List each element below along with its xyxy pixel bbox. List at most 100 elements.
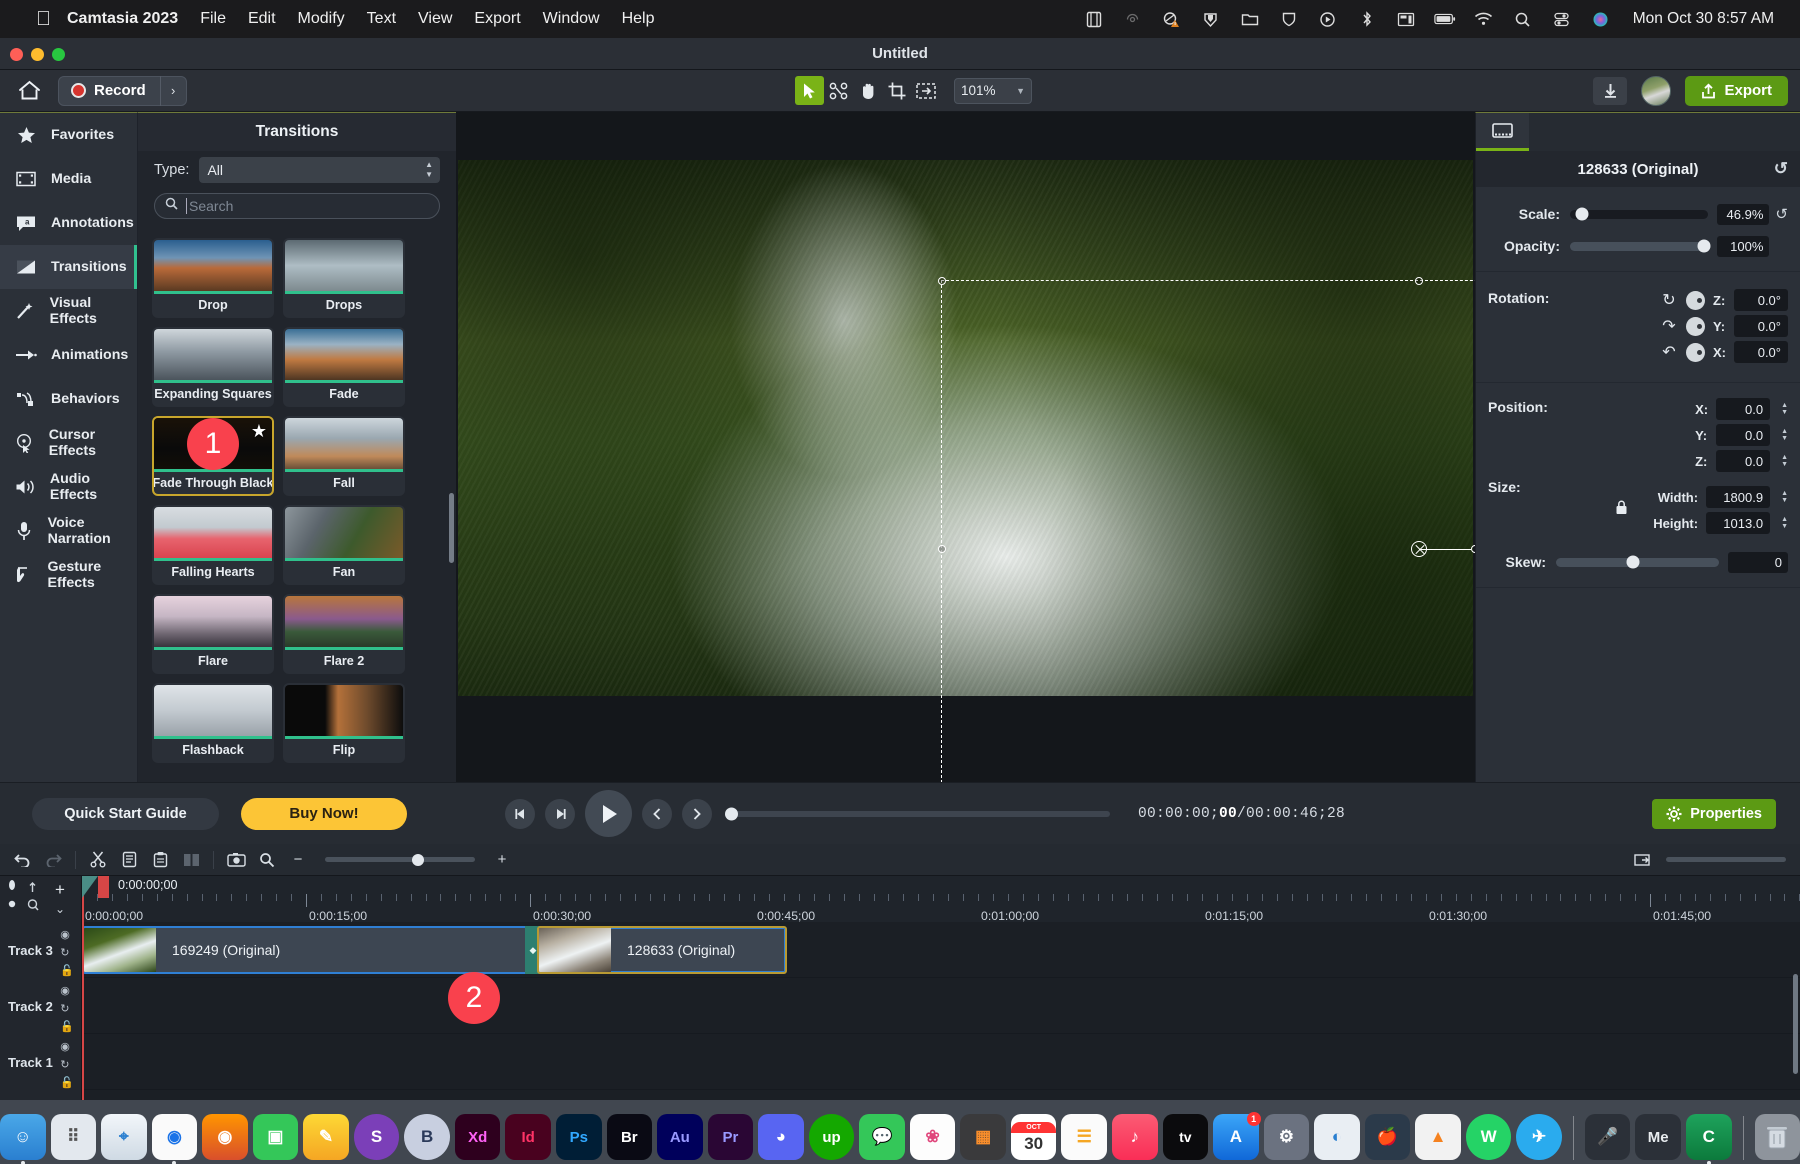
lock-icon[interactable] bbox=[1615, 500, 1628, 518]
playhead-line[interactable] bbox=[82, 876, 84, 1100]
zoom-level-select[interactable]: 101% ▼ bbox=[954, 78, 1032, 104]
menu-item-file[interactable]: File bbox=[200, 10, 226, 28]
dock-app-launchpad[interactable]: ⠿ bbox=[51, 1114, 97, 1160]
dock-app-messages[interactable]: 💬 bbox=[859, 1114, 905, 1160]
dock-app-calculator[interactable]: ▦ bbox=[960, 1114, 1006, 1160]
minimize-window-button[interactable] bbox=[31, 48, 44, 61]
menu-item-text[interactable]: Text bbox=[367, 10, 396, 28]
position-x-stepper[interactable]: ▲▼ bbox=[1781, 403, 1788, 415]
download-icon[interactable] bbox=[1593, 77, 1627, 105]
opacity-slider-knob[interactable] bbox=[1698, 240, 1711, 253]
dock-app-photos[interactable]: ❀ bbox=[910, 1114, 956, 1160]
dock-app-audition[interactable]: Au bbox=[657, 1114, 703, 1160]
search-icon[interactable] bbox=[1512, 8, 1534, 30]
dock-app-calendar[interactable]: OCT 30 bbox=[1011, 1114, 1057, 1160]
position-y-stepper[interactable]: ▲▼ bbox=[1781, 429, 1788, 441]
skew-slider-knob[interactable] bbox=[1626, 556, 1639, 569]
sidebar-item-cursor-effects[interactable]: Cursor Effects bbox=[0, 421, 137, 465]
timeline-zoom-knob[interactable] bbox=[412, 854, 424, 866]
sidebar-item-transitions[interactable]: Transitions bbox=[0, 245, 137, 289]
dock-app-upwork[interactable]: up bbox=[809, 1114, 855, 1160]
fit-to-canvas-tool-button[interactable] bbox=[911, 76, 940, 105]
wifi-icon[interactable] bbox=[1473, 8, 1495, 30]
sidebar-item-audio-effects[interactable]: Audio Effects bbox=[0, 465, 137, 509]
dock-app-app-store[interactable]: A 1 bbox=[1213, 1114, 1259, 1160]
detach-icon[interactable] bbox=[1628, 847, 1656, 873]
shield-icon[interactable] bbox=[1278, 8, 1300, 30]
reset-all-icon[interactable]: ↺ bbox=[1774, 159, 1788, 179]
dock-app-chrome[interactable]: ◉ bbox=[152, 1114, 198, 1160]
transition-card[interactable]: Fan bbox=[283, 505, 405, 585]
scale-slider[interactable] bbox=[1570, 210, 1708, 219]
dock-app-telegram[interactable]: ✈ bbox=[1516, 1114, 1562, 1160]
dock-app-camtasia[interactable]: C bbox=[1686, 1114, 1732, 1160]
home-icon[interactable] bbox=[12, 76, 46, 106]
split-button[interactable] bbox=[177, 847, 205, 873]
transition-card[interactable]: Fade bbox=[283, 327, 405, 407]
rotate-z-icon[interactable]: ↻ bbox=[1660, 290, 1678, 310]
vpn-icon[interactable] bbox=[1200, 8, 1222, 30]
dock-app-reminders[interactable]: ☰ bbox=[1061, 1114, 1107, 1160]
battery-icon[interactable] bbox=[1434, 8, 1456, 30]
dock-app-adobe-xd[interactable]: Xd bbox=[455, 1114, 501, 1160]
play-button[interactable] bbox=[585, 790, 632, 837]
timeline-clip[interactable]: 169249 (Original) bbox=[82, 926, 530, 974]
rotation-x-dial[interactable] bbox=[1686, 343, 1705, 362]
dock-app-safari[interactable]: ⌖ bbox=[101, 1114, 147, 1160]
sidebar-item-media[interactable]: Media bbox=[0, 157, 137, 201]
eye-icon[interactable]: ◉ bbox=[60, 1040, 74, 1053]
dock-app-facetime[interactable]: ▣ bbox=[253, 1114, 299, 1160]
dock-app-skype[interactable]: S bbox=[354, 1114, 400, 1160]
next-marker-button[interactable] bbox=[682, 799, 712, 829]
previous-marker-button[interactable] bbox=[642, 799, 672, 829]
timeline-horizontal-scrollbar[interactable] bbox=[1666, 857, 1786, 862]
dock-trash-icon[interactable] bbox=[1755, 1114, 1800, 1160]
timeline-row-track-3[interactable]: 169249 (Original) ◆ 128633 (Original) bbox=[82, 922, 1800, 978]
dock-app-photoshop[interactable]: Ps bbox=[556, 1114, 602, 1160]
add-track-button[interactable]: + bbox=[47, 880, 73, 900]
paste-button[interactable] bbox=[146, 847, 174, 873]
zoom-out-button[interactable]: − bbox=[284, 847, 312, 873]
close-window-button[interactable] bbox=[10, 48, 23, 61]
opacity-slider[interactable] bbox=[1570, 242, 1708, 251]
dock-app-preview[interactable]: ◐ bbox=[1314, 1114, 1360, 1160]
rotate-y-icon[interactable]: ↷ bbox=[1660, 316, 1678, 336]
zoom-in-button[interactable]: + bbox=[488, 847, 516, 873]
menu-bar-clock[interactable]: Mon Oct 30 8:57 AM bbox=[1633, 10, 1774, 28]
scale-reset-icon[interactable]: ↺ bbox=[1775, 205, 1788, 223]
hand-tool-button[interactable] bbox=[853, 76, 882, 105]
timeline-zoom-slider[interactable] bbox=[325, 857, 475, 862]
menu-item-window[interactable]: Window bbox=[543, 10, 600, 28]
dock-app-me[interactable]: Me bbox=[1635, 1114, 1681, 1160]
dock-app-vlc[interactable]: ▲ bbox=[1415, 1114, 1461, 1160]
timeline-row-track-1[interactable] bbox=[82, 1034, 1800, 1090]
dock-app-whatsapp[interactable]: W bbox=[1466, 1114, 1512, 1160]
rotation-z-dial[interactable] bbox=[1686, 291, 1705, 310]
menu-item-modify[interactable]: Modify bbox=[298, 10, 345, 28]
sidebar-item-animations[interactable]: Animations bbox=[0, 333, 137, 377]
audio-icon[interactable]: ↻ bbox=[60, 1058, 74, 1071]
lock-icon[interactable]: 🔓 bbox=[60, 964, 74, 977]
lock-icon[interactable]: 🔓 bbox=[60, 1020, 74, 1033]
transition-card[interactable]: Flashback bbox=[152, 683, 274, 763]
quick-start-guide-button[interactable]: Quick Start Guide bbox=[32, 798, 219, 830]
track-header-track-2[interactable]: Track 2 ◉ ↻ 🔓 bbox=[0, 978, 82, 1034]
rotation-z-value[interactable]: 0.0° bbox=[1734, 289, 1788, 311]
dock-app-bridge[interactable]: Br bbox=[607, 1114, 653, 1160]
play-circle-icon[interactable] bbox=[1317, 8, 1339, 30]
audio-icon[interactable]: ↻ bbox=[60, 1002, 74, 1015]
redo-button[interactable] bbox=[39, 847, 67, 873]
rotate-x-icon[interactable]: ↶ bbox=[1660, 342, 1678, 362]
track-header-track-3[interactable]: Track 3 ◉ ↻ 🔓 bbox=[0, 922, 82, 978]
screen-recording-icon[interactable] bbox=[1083, 8, 1105, 30]
dock-app-system-settings[interactable]: ⚙ bbox=[1264, 1114, 1310, 1160]
transitions-scrollbar[interactable] bbox=[449, 493, 454, 563]
undo-button[interactable] bbox=[8, 847, 36, 873]
siri-icon[interactable] bbox=[1590, 8, 1612, 30]
rotation-y-dial[interactable] bbox=[1686, 317, 1705, 336]
position-z-stepper[interactable]: ▲▼ bbox=[1781, 455, 1788, 467]
preview-canvas[interactable] bbox=[456, 112, 1475, 782]
skew-value[interactable]: 0 bbox=[1728, 552, 1788, 573]
lock-icon[interactable]: 🔓 bbox=[60, 1076, 74, 1089]
playback-scrubber-knob[interactable] bbox=[725, 807, 738, 820]
